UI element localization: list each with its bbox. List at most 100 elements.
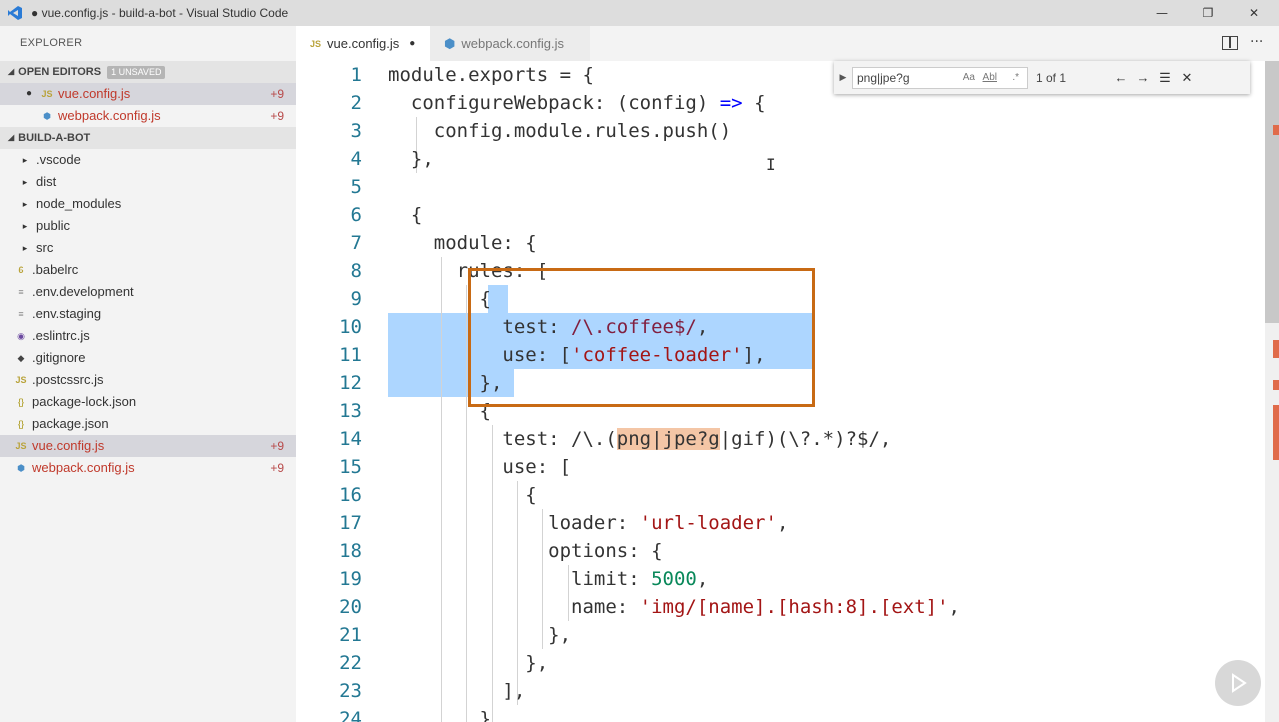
project-label: BUILD-A-BOT: [18, 132, 91, 144]
git-icon: ◆: [17, 353, 25, 363]
folder-item[interactable]: ▸ .vscode: [0, 149, 296, 171]
overview-ruler-marker: [1273, 340, 1279, 358]
file-item[interactable]: ≡ .env.development: [0, 281, 296, 303]
code-line[interactable]: {: [388, 481, 536, 509]
file-label: .gitignore: [32, 350, 86, 365]
previous-match-button[interactable]: ←: [1110, 70, 1132, 85]
open-editor-item[interactable]: ⬢ webpack.config.js +9: [0, 105, 296, 127]
js-icon: JS: [310, 38, 322, 49]
folder-item[interactable]: ▸ src: [0, 237, 296, 259]
open-editor-item[interactable]: ● JS vue.config.js +9: [0, 83, 296, 105]
line-number: 7: [350, 232, 362, 254]
line-number: 20: [339, 596, 362, 618]
code-line[interactable]: },: [388, 621, 571, 649]
file-label: .eslintrc.js: [32, 328, 90, 343]
folder-item[interactable]: ▸ public: [0, 215, 296, 237]
code-line[interactable]: ],: [388, 677, 525, 705]
chevron-right-icon: ▸: [22, 243, 28, 253]
file-label: .postcssrc.js: [32, 372, 104, 387]
file-item[interactable]: JS .postcssrc.js: [0, 369, 296, 391]
editor-tab-bar: JS vue.config.js ● ⬢ webpack.config.js ·…: [296, 26, 1279, 61]
open-editors-header[interactable]: ◢ OPEN EDITORS 1 UNSAVED: [0, 61, 296, 83]
folder-item[interactable]: ▸ dist: [0, 171, 296, 193]
code-line[interactable]: module: {: [388, 229, 537, 257]
line-number: 21: [339, 624, 362, 646]
code-line[interactable]: options: {: [388, 537, 662, 565]
project-header[interactable]: ◢ BUILD-A-BOT: [0, 127, 296, 149]
scrollbar-thumb[interactable]: [1265, 61, 1279, 323]
code-line[interactable]: configureWebpack: (config) => {: [388, 89, 766, 117]
tab-webpack-config[interactable]: ⬢ webpack.config.js: [430, 26, 590, 61]
file-item[interactable]: ◉ .eslintrc.js: [0, 325, 296, 347]
play-icon: [1232, 673, 1247, 693]
webpack-icon: ⬢: [43, 111, 51, 121]
toggle-replace-icon[interactable]: ▶: [834, 72, 852, 83]
file-item[interactable]: ⬢ webpack.config.js +9: [0, 457, 296, 479]
problem-count: +9: [270, 109, 284, 123]
next-match-button[interactable]: →: [1132, 70, 1154, 85]
file-item[interactable]: ◆ .gitignore: [0, 347, 296, 369]
maximize-button[interactable]: ❐: [1185, 0, 1231, 26]
file-item[interactable]: {} package-lock.json: [0, 391, 296, 413]
json-icon: {}: [17, 397, 24, 407]
close-window-button[interactable]: ✕: [1231, 0, 1277, 26]
code-line[interactable]: name: 'img/[name].[hash:8].[ext]',: [388, 593, 960, 621]
code-line[interactable]: },: [388, 649, 548, 677]
line-number: 24: [339, 708, 362, 722]
chevron-right-icon: ▸: [22, 177, 28, 187]
file-label: vue.config.js: [32, 438, 105, 453]
line-number: 17: [339, 512, 362, 534]
code-line[interactable]: use: [: [388, 453, 571, 481]
code-line[interactable]: loader: 'url-loader',: [388, 509, 788, 537]
code-line[interactable]: },: [388, 145, 434, 173]
code-editor[interactable]: 1 2 3 4 5 6 7 8 9 10 11 12 13 14 15 16 17 18 19 20 21 22 23 24 …: [296, 61, 1279, 722]
line-number: 18: [339, 540, 362, 562]
vscode-logo-icon: [5, 4, 25, 22]
line-number-gutter: 1 2 3 4 5 6 7 8 9 10 11 12 13 14 15 16 17 18 19 20 21 22 23 24: [296, 61, 376, 722]
tab-vue-config[interactable]: JS vue.config.js ●: [296, 26, 430, 61]
file-item[interactable]: JS vue.config.js +9: [0, 435, 296, 457]
code-line[interactable]: {: [388, 201, 422, 229]
whole-word-toggle[interactable]: Abl: [983, 72, 997, 83]
tab-label: webpack.config.js: [461, 36, 564, 51]
chevron-down-icon: ◢: [8, 133, 15, 142]
babel-icon: 𝟔: [18, 265, 24, 275]
code-line[interactable]: config.module.rules.push(): [388, 117, 731, 145]
folder-item[interactable]: ▸ node_modules: [0, 193, 296, 215]
open-editors-label: OPEN EDITORS: [18, 66, 102, 78]
code-line[interactable]: limit: 5000,: [388, 565, 708, 593]
code-line[interactable]: }: [388, 705, 491, 722]
split-editor-icon[interactable]: [1222, 36, 1238, 50]
mouse-cursor-icon: I: [766, 155, 776, 174]
match-case-toggle[interactable]: Aa: [963, 72, 975, 83]
chevron-right-icon: ▸: [22, 221, 28, 231]
file-label: package-lock.json: [32, 394, 137, 409]
line-number: 12: [339, 372, 362, 394]
file-item[interactable]: {} package.json: [0, 413, 296, 435]
play-overlay-button[interactable]: [1215, 660, 1261, 706]
webpack-icon: ⬢: [17, 463, 25, 473]
js-icon: JS: [15, 375, 27, 385]
find-in-selection-button[interactable]: ☰: [1154, 70, 1176, 86]
code-line[interactable]: module.exports = {: [388, 61, 594, 89]
code-line[interactable]: test: /\.(png|jpe?g|gif)(\?.*)?$/,: [388, 425, 891, 453]
problem-count: +9: [270, 87, 284, 101]
more-actions-icon[interactable]: ···: [1250, 34, 1263, 50]
js-icon: JS: [15, 441, 27, 451]
js-icon: JS: [41, 89, 53, 99]
line-number: 10: [339, 316, 362, 338]
file-item[interactable]: ≡ .env.staging: [0, 303, 296, 325]
dirty-dot-icon[interactable]: ●: [22, 83, 36, 105]
explorer-title: EXPLORER: [20, 37, 83, 49]
dirty-dot-icon[interactable]: ●: [409, 38, 415, 49]
webpack-icon: ⬢: [444, 35, 456, 51]
file-item[interactable]: 𝟔 .babelrc: [0, 259, 296, 281]
find-input[interactable]: png|jpe?g Aa Abl .*: [852, 66, 1028, 89]
close-find-button[interactable]: ✕: [1176, 70, 1198, 86]
regex-toggle[interactable]: .*: [1012, 72, 1019, 83]
chevron-right-icon: ▸: [22, 155, 28, 165]
explorer-sidebar: EXPLORER ◢ OPEN EDITORS 1 UNSAVED ● JS v…: [0, 26, 296, 722]
overview-ruler-marker: [1273, 125, 1279, 135]
minimize-button[interactable]: —: [1139, 0, 1185, 26]
open-editor-label: vue.config.js: [58, 86, 131, 101]
